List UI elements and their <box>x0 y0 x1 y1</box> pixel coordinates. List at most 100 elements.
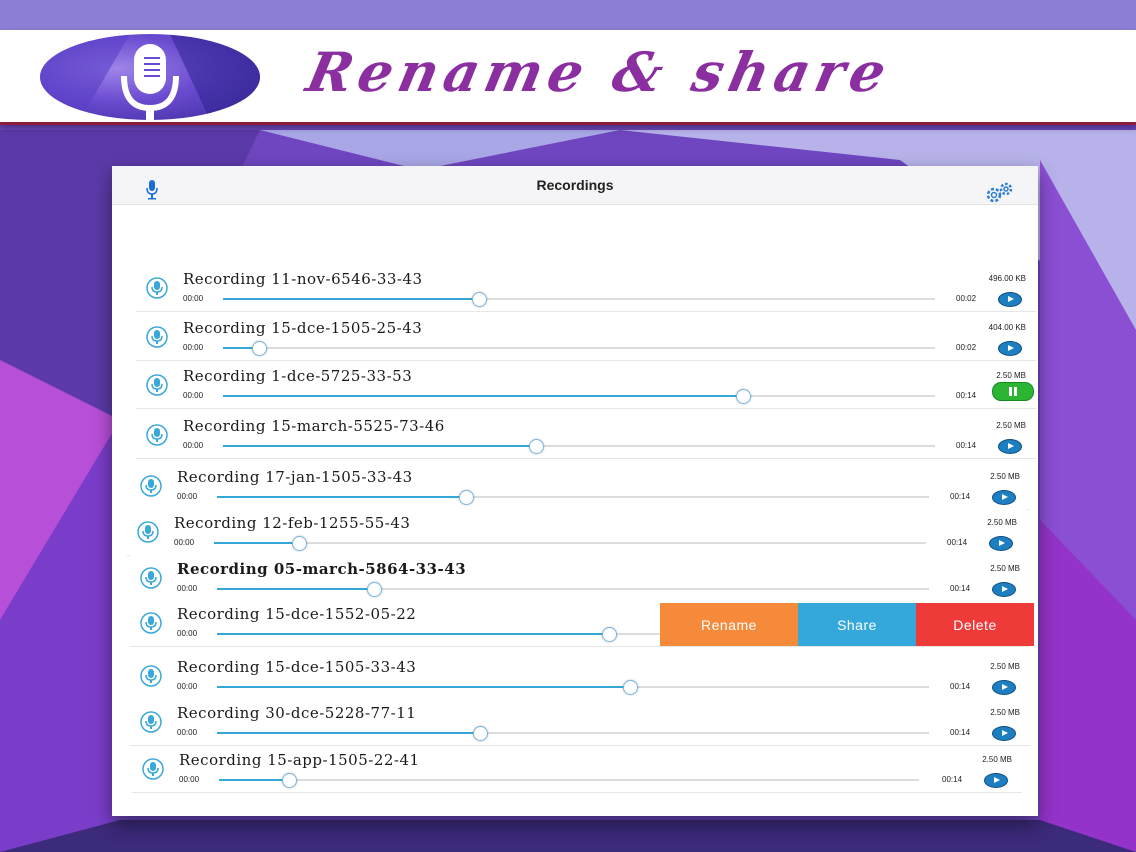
microphone-icon <box>40 34 260 120</box>
delete-button[interactable]: Delete <box>916 603 1034 646</box>
slider-thumb[interactable] <box>601 627 617 642</box>
elapsed-time: 00:00 <box>177 682 198 691</box>
microphone-icon <box>146 277 168 299</box>
rename-button[interactable]: Rename <box>660 603 798 646</box>
duration-time: 00:14 <box>950 492 971 501</box>
duration-time: 00:14 <box>942 775 963 784</box>
progress-fill <box>223 445 537 447</box>
play-button[interactable] <box>992 680 1016 695</box>
file-size: 404.00 KB <box>988 323 1026 332</box>
duration-time: 00:02 <box>956 294 977 303</box>
play-button[interactable] <box>998 439 1022 454</box>
elapsed-time: 00:00 <box>183 441 204 450</box>
recording-name: Recording 15-march-5525-73-46 <box>183 417 445 435</box>
progress-slider[interactable] <box>214 536 926 551</box>
duration-time: 00:14 <box>950 682 971 691</box>
list-item[interactable]: Recording 30-dce-5228-77-11 00:00 2.50 MB 0… <box>130 699 1030 746</box>
progress-slider[interactable] <box>217 726 929 741</box>
list-item[interactable]: Recording 15-dce-1505-25-43 00:00 404.00 K… <box>136 314 1036 361</box>
slider-thumb[interactable] <box>251 341 267 356</box>
play-button[interactable] <box>992 726 1016 741</box>
recordings-screen: Recording 11-nov-6546-33-43 00:00 496.00 K… <box>112 166 1038 816</box>
file-size: 2.50 MB <box>996 421 1026 430</box>
share-button[interactable]: Share <box>798 603 916 646</box>
recording-name: Recording 05-march-5864-33-43 <box>177 560 467 578</box>
elapsed-time: 00:00 <box>177 629 198 638</box>
gears-icon[interactable] <box>984 182 1016 204</box>
progress-fill <box>219 779 289 781</box>
elapsed-time: 00:00 <box>174 538 195 547</box>
list-item[interactable]: Recording 1-dce-5725-33-53 00:00 2.50 MB 00… <box>136 362 1036 409</box>
banner: Rename & share <box>0 30 1136 125</box>
slider-thumb[interactable] <box>292 536 308 551</box>
progress-slider[interactable] <box>219 773 919 788</box>
microphone-icon <box>146 374 168 396</box>
progress-slider[interactable] <box>223 389 935 404</box>
list-item[interactable]: Recording 15-march-5525-73-46 00:00 2.50 M… <box>136 412 1036 459</box>
file-size: 2.50 MB <box>996 371 1026 380</box>
list-item[interactable]: Recording 12-feb-1255-55-43 00:00 2.50 MB 0… <box>127 509 1027 556</box>
elapsed-time: 00:00 <box>179 775 200 784</box>
pause-button[interactable] <box>992 382 1034 401</box>
file-size: 2.50 MB <box>990 708 1020 717</box>
file-size: 2.50 MB <box>982 755 1012 764</box>
file-size: 2.50 MB <box>990 662 1020 671</box>
progress-fill <box>217 496 467 498</box>
microphone-icon <box>140 612 162 634</box>
slider-thumb[interactable] <box>735 389 751 404</box>
recordings-list: Recording 11-nov-6546-33-43 00:00 496.00 K… <box>112 166 1038 816</box>
elapsed-time: 00:00 <box>183 343 204 352</box>
recording-name: Recording 1-dce-5725-33-53 <box>183 367 413 385</box>
app-logo <box>40 34 260 120</box>
elapsed-time: 00:00 <box>183 391 204 400</box>
duration-time: 00:14 <box>956 441 977 450</box>
play-button[interactable] <box>984 773 1008 788</box>
progress-slider[interactable] <box>217 680 929 695</box>
microphone-icon <box>140 665 162 687</box>
play-button[interactable] <box>989 536 1013 551</box>
elapsed-time: 00:00 <box>177 584 198 593</box>
slider-thumb[interactable] <box>473 726 489 741</box>
slider-thumb[interactable] <box>366 582 382 597</box>
elapsed-time: 00:00 <box>177 728 198 737</box>
progress-slider[interactable] <box>223 341 935 356</box>
progress-fill <box>217 732 481 734</box>
recording-name: Recording 17-jan-1505-33-43 <box>177 468 413 486</box>
progress-slider[interactable] <box>217 582 929 597</box>
list-item[interactable]: Recording 15-dce-1505-33-43 00:00 2.50 MB 0… <box>130 653 1030 700</box>
slider-thumb[interactable] <box>459 490 475 505</box>
slider-thumb[interactable] <box>529 439 545 454</box>
slider-thumb[interactable] <box>282 773 297 788</box>
recording-name: Recording 15-app-1505-22-41 <box>179 751 420 769</box>
recording-name: Recording 11-nov-6546-33-43 <box>183 270 423 288</box>
list-item[interactable]: Recording 11-nov-6546-33-43 00:00 496.00 K… <box>136 265 1036 312</box>
progress-slider[interactable] <box>223 439 935 454</box>
microphone-icon <box>142 758 164 780</box>
swipe-actions: Rename Share Delete <box>660 603 1034 646</box>
progress-slider[interactable] <box>223 292 935 307</box>
file-size: 2.50 MB <box>990 564 1020 573</box>
file-size: 496.00 KB <box>988 274 1026 283</box>
play-button[interactable] <box>998 341 1022 356</box>
slider-thumb[interactable] <box>622 680 638 695</box>
microphone-icon <box>140 567 162 589</box>
play-button[interactable] <box>998 292 1022 307</box>
progress-fill <box>214 542 300 544</box>
list-item[interactable]: Recording 17-jan-1505-33-43 00:00 2.50 MB 0… <box>130 463 1030 510</box>
list-item[interactable]: Recording 15-app-1505-22-41 00:00 2.50 MB 0… <box>132 746 1022 793</box>
progress-fill <box>217 633 609 635</box>
recording-name: Recording 12-feb-1255-55-43 <box>174 514 411 532</box>
elapsed-time: 00:00 <box>177 492 198 501</box>
microphone-icon <box>137 521 159 543</box>
play-button[interactable] <box>992 582 1016 597</box>
list-item[interactable]: Recording 05-march-5864-33-43 00:00 2.50 M… <box>130 555 1030 602</box>
progress-fill <box>217 686 630 688</box>
play-button[interactable] <box>992 490 1016 505</box>
progress-slider[interactable] <box>217 490 929 505</box>
duration-time: 00:14 <box>956 391 977 400</box>
progress-fill <box>217 588 374 590</box>
slider-thumb[interactable] <box>472 292 488 307</box>
recording-name: Recording 15-dce-1505-33-43 <box>177 658 417 676</box>
progress-fill <box>223 395 743 397</box>
microphone-icon <box>140 711 162 733</box>
